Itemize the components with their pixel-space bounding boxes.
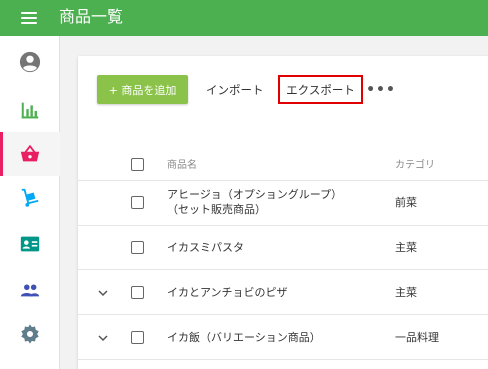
- product-list-card: + 商品を追加 インポート エクスポート ••• 商品名 カテゴリ アヒージョ（…: [78, 56, 488, 369]
- gear-icon: [21, 324, 39, 344]
- add-product-button[interactable]: + 商品を追加: [97, 75, 188, 104]
- column-header-category[interactable]: カテゴリ: [395, 158, 435, 173]
- bar-chart-icon: [21, 102, 39, 119]
- product-category: 前菜: [395, 196, 417, 209]
- product-name-line1: アヒージョ（オプショングループ）: [167, 188, 343, 201]
- row-checkbox[interactable]: [131, 196, 144, 209]
- hand-truck-icon: [21, 188, 39, 207]
- sidebar-item-staff[interactable]: [0, 268, 60, 312]
- product-name: アヒージョ（オプショングループ） （セット販売商品）: [167, 187, 342, 217]
- chevron-down-icon[interactable]: [98, 288, 108, 298]
- account-circle-icon: [19, 51, 41, 73]
- basket-icon: [20, 144, 40, 162]
- row-checkbox[interactable]: [131, 241, 144, 254]
- app-bar: 商品一覧: [0, 0, 488, 36]
- chevron-down-icon[interactable]: [98, 333, 108, 343]
- row-checkbox[interactable]: [131, 286, 144, 299]
- more-options-button[interactable]: •••: [366, 78, 395, 102]
- table-header: 商品名 カテゴリ: [78, 128, 488, 181]
- sidebar-item-inventory[interactable]: [0, 176, 60, 220]
- table-row[interactable]: アヒージョ（オプショングループ） （セット販売商品） 前菜: [78, 181, 488, 226]
- page-title: 商品一覧: [59, 7, 124, 26]
- product-name: イカスミパスタ: [167, 241, 244, 254]
- product-category: 主菜: [395, 241, 417, 254]
- product-name: イカとアンチョビのピザ: [167, 286, 288, 299]
- sidebar-item-account[interactable]: [0, 40, 60, 84]
- product-category: 一品料理: [395, 331, 439, 344]
- sidebar-item-reports[interactable]: [0, 88, 60, 132]
- table-row[interactable]: イカスミパスタ 主菜: [78, 226, 488, 270]
- main-content: + 商品を追加 インポート エクスポート ••• 商品名 カテゴリ アヒージョ（…: [60, 36, 488, 369]
- export-button[interactable]: エクスポート: [278, 75, 363, 104]
- sidebar-item-settings[interactable]: [0, 312, 60, 356]
- contact-card-icon: [20, 236, 40, 252]
- product-name: イカ飯（バリエーション商品）: [167, 331, 321, 344]
- product-name-line2: （セット販売商品）: [167, 203, 266, 216]
- row-checkbox[interactable]: [131, 331, 144, 344]
- menu-icon[interactable]: [21, 12, 37, 24]
- import-button[interactable]: インポート: [206, 78, 264, 102]
- column-header-name[interactable]: 商品名: [167, 158, 197, 173]
- sidebar-item-customers[interactable]: [0, 222, 60, 266]
- product-category: 主菜: [395, 286, 417, 299]
- sidebar: [0, 36, 60, 369]
- sidebar-item-products[interactable]: [0, 132, 60, 176]
- table-row[interactable]: イカ飯（バリエーション商品） 一品料理: [78, 315, 488, 360]
- select-all-checkbox[interactable]: [131, 158, 144, 171]
- table-row[interactable]: イカとアンチョビのピザ 主菜: [78, 270, 488, 315]
- people-icon: [20, 284, 40, 297]
